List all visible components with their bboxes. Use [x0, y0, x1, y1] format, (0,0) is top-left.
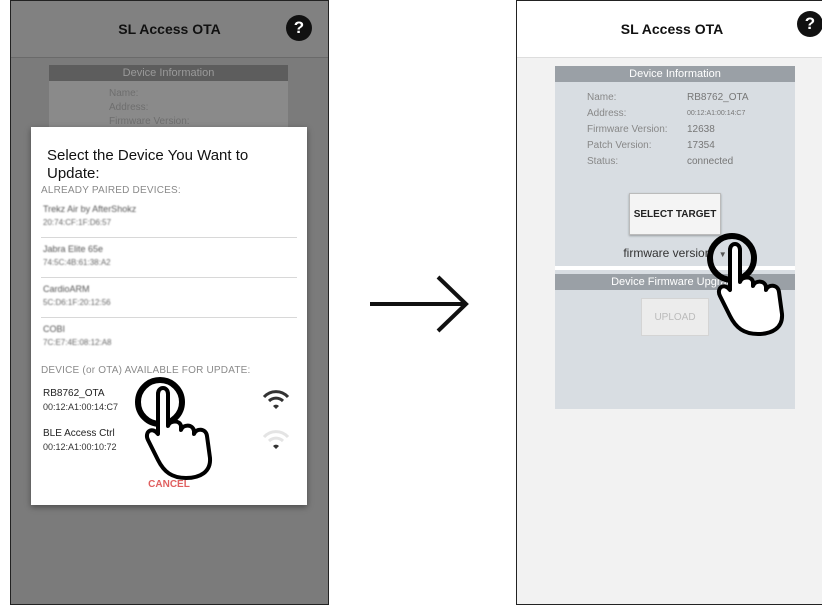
- info-value: 00:12:A1:00:14:C7: [687, 110, 746, 117]
- info-label: Patch Version:: [587, 140, 652, 151]
- firmware-version-label: firmware version: [623, 246, 712, 260]
- question-mark-icon[interactable]: ?: [286, 15, 312, 41]
- info-row-address: Address: 00:12:A1:00:14:C7: [587, 108, 763, 122]
- info-row-firmware: Firmware Version: 12638: [587, 124, 763, 138]
- left-phone-screen: SL Access OTA ? Device Information Name:…: [10, 0, 329, 605]
- device-name: Jabra Elite 65e: [43, 244, 104, 254]
- app-title: SL Access OTA: [118, 21, 221, 37]
- wifi-signal-strong-icon: [262, 390, 290, 409]
- pointing-hand-icon: [707, 233, 785, 336]
- app-bar: SL Access OTA ?: [11, 1, 328, 58]
- upload-button[interactable]: UPLOAD: [641, 298, 709, 336]
- wifi-signal-weak-icon: [262, 430, 290, 449]
- app-title: SL Access OTA: [620, 21, 724, 37]
- info-value: 17354: [687, 140, 715, 151]
- device-address: 7C:E7:4E:08:12:A8: [43, 338, 112, 347]
- dialog-title: Select the Device You Want to Update:: [47, 147, 249, 182]
- info-label: Name:: [109, 88, 139, 99]
- info-label: Status:: [587, 156, 619, 167]
- device-name: BLE Access Ctrl: [43, 428, 115, 439]
- app-bar: SL Access OTA ?: [517, 1, 822, 58]
- paired-device-item[interactable]: Trekz Air by AfterShokz 20:74:CF:1F:D6:5…: [41, 199, 297, 238]
- info-label: Name:: [587, 92, 617, 103]
- paired-devices-header: ALREADY PAIRED DEVICES:: [41, 185, 181, 196]
- paired-device-item[interactable]: COBI 7C:E7:4E:08:12:A8: [41, 319, 297, 357]
- device-name: RB8762_OTA: [43, 388, 105, 399]
- device-name: CardioARM: [43, 284, 90, 294]
- device-address: 00:12:A1:00:10:72: [43, 442, 117, 452]
- device-name: Trekz Air by AfterShokz: [43, 204, 137, 214]
- right-arrow-icon: [370, 275, 469, 333]
- info-label: Address:: [587, 108, 627, 119]
- info-value: connected: [687, 156, 734, 167]
- device-address: 5C:D6:1F:20:12:56: [43, 298, 111, 307]
- paired-device-item[interactable]: CardioARM 5C:D6:1F:20:12:56: [41, 279, 297, 318]
- info-row-name: Name: RB8762_OTA: [587, 92, 763, 106]
- device-info-header: Device Information: [555, 66, 795, 82]
- device-info-header: Device Information: [49, 65, 288, 81]
- info-value: RB8762_OTA: [687, 92, 749, 103]
- info-label: Address:: [109, 102, 149, 113]
- device-address: 00:12:A1:00:14:C7: [43, 402, 119, 412]
- device-address: 20:74:CF:1F:D6:57: [43, 218, 112, 227]
- info-label: Firmware Version:: [587, 124, 668, 135]
- device-name: COBI: [43, 324, 66, 334]
- paired-device-item[interactable]: Jabra Elite 65e 74:5C:4B:61:38:A2: [41, 239, 297, 278]
- info-row-status: Status: connected: [587, 156, 763, 170]
- info-row-patch: Patch Version: 17354: [587, 140, 763, 154]
- info-value: 12638: [687, 124, 715, 135]
- device-address: 74:5C:4B:61:38:A2: [43, 258, 111, 267]
- question-mark-icon[interactable]: ?: [797, 11, 822, 37]
- pointing-hand-icon: [135, 377, 213, 480]
